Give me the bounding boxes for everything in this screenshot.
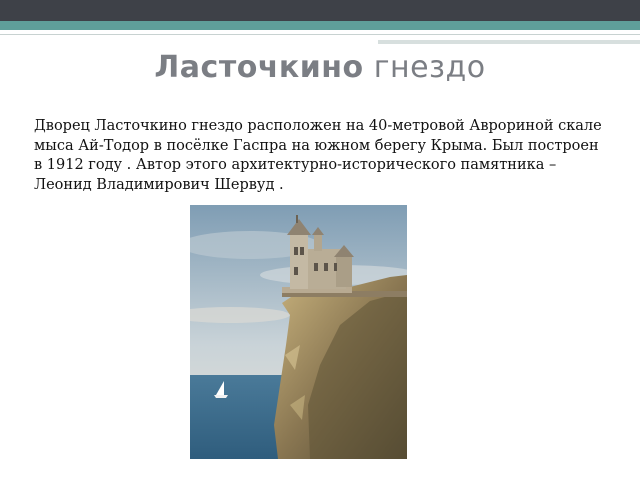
slide-body-text: Дворец Ласточкино гнездо расположен на 4… (34, 118, 602, 193)
slide-title-bold: Ласточкино (154, 50, 364, 85)
header-rule-line (0, 34, 640, 35)
header-accent-bar (0, 21, 640, 30)
slide-title: Ласточкино гнездо (0, 50, 640, 85)
header-rule-line-short (378, 40, 640, 44)
header-dark-bar (0, 0, 640, 21)
castle-photo (190, 205, 407, 459)
slide-title-light: гнездо (373, 50, 486, 85)
